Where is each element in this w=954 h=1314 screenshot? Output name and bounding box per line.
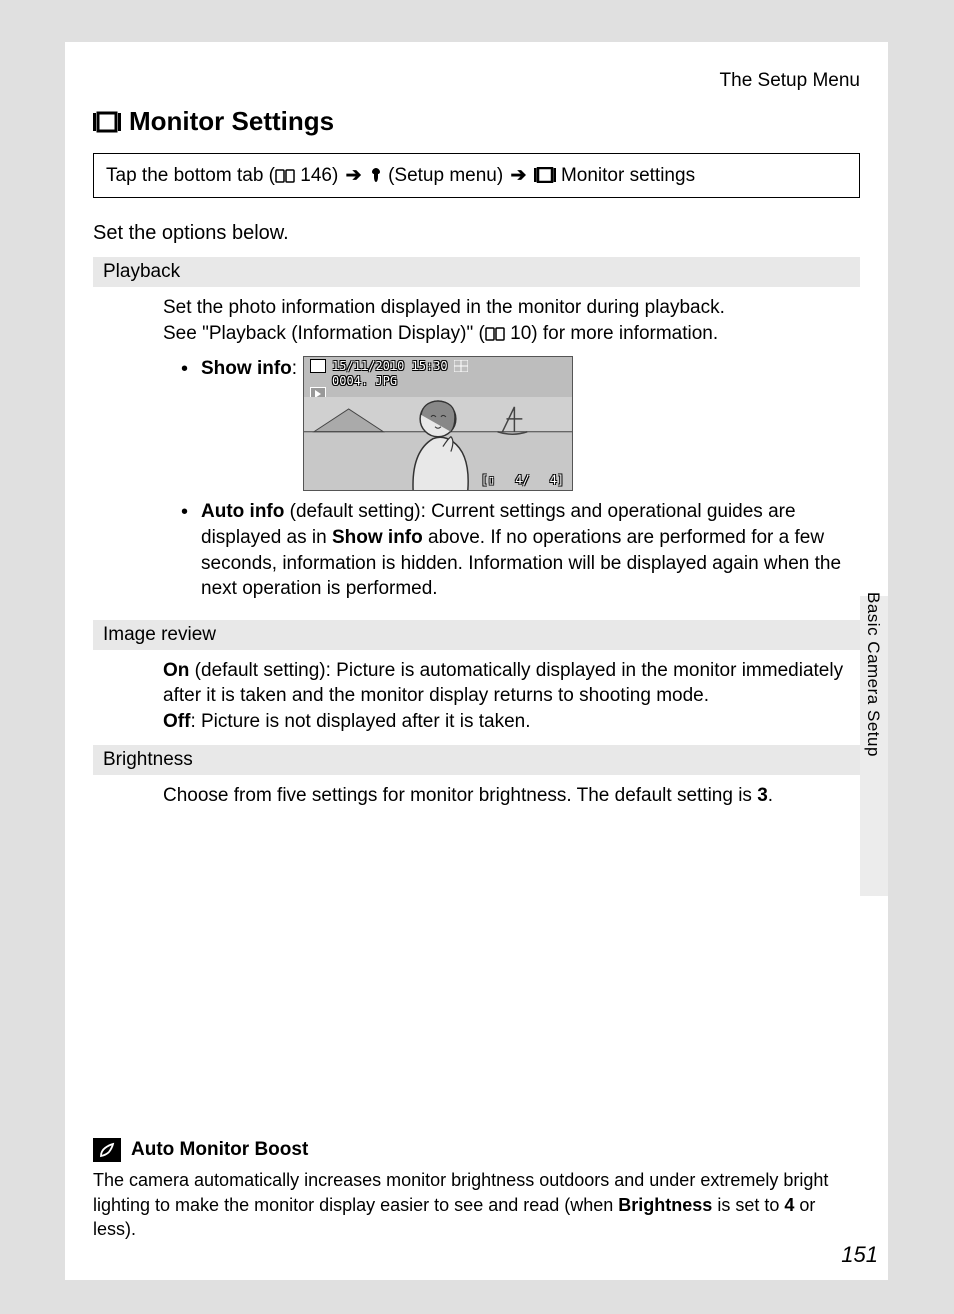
breadcrumb-seg1: ) — [332, 165, 344, 186]
breadcrumb-monitor: Monitor settings — [556, 165, 695, 186]
book-icon — [485, 327, 505, 341]
battery-icon: [▯ — [481, 472, 495, 488]
show-info-label: Show info — [201, 358, 292, 379]
note-title-row: Auto Monitor Boost — [93, 1138, 860, 1162]
arrow-icon: ➔ — [510, 165, 526, 186]
bullet-show-info: Show info: 15/11/2010 15:30 0004. JPG ★ — [181, 356, 860, 491]
off-label: Off — [163, 711, 190, 732]
breadcrumb-prefix: Tap the bottom tab ( — [106, 165, 275, 186]
monitor-icon — [93, 111, 121, 133]
preview-filename: 0004. JPG — [332, 373, 397, 389]
header-chapter: The Setup Menu — [93, 70, 860, 92]
preview-bottom-row: [▯ 4/ 4] — [481, 472, 564, 488]
pencil-icon — [93, 1138, 121, 1162]
monitor-icon — [534, 167, 556, 183]
preview-counter1: 4/ — [515, 472, 529, 488]
on-label: On — [163, 660, 189, 681]
side-label: Basic Camera Setup — [863, 592, 883, 757]
auto-info-label: Auto info — [201, 501, 284, 522]
section-header-brightness: Brightness — [93, 745, 860, 775]
section-header-playback: Playback — [93, 257, 860, 287]
arrow-icon: ➔ — [346, 165, 362, 186]
page-content: The Setup Menu Monitor Settings Tap the … — [65, 42, 888, 1280]
breadcrumb: Tap the bottom tab ( 146) ➔ (Setup menu)… — [93, 153, 860, 198]
section-header-image-review: Image review — [93, 620, 860, 650]
breadcrumb-pageref: 146 — [300, 165, 332, 186]
bullet-auto-info: Auto info (default setting): Current set… — [181, 499, 860, 602]
preview-top-row: 15/11/2010 15:30 — [310, 359, 468, 373]
playback-preview: 15/11/2010 15:30 0004. JPG ★ — [303, 356, 573, 491]
page-title: Monitor Settings — [93, 106, 860, 137]
section-body-playback: Set the photo information displayed in t… — [93, 287, 860, 620]
section-body-image-review: On (default setting): Picture is automat… — [93, 650, 860, 745]
preview-counter2: 4] — [550, 472, 564, 488]
title-text: Monitor Settings — [129, 106, 334, 137]
book-icon — [275, 169, 295, 183]
playback-bullets: Show info: 15/11/2010 15:30 0004. JPG ★ — [181, 356, 860, 602]
page-number: 151 — [841, 1242, 878, 1268]
intro-text: Set the options below. — [93, 222, 860, 245]
preview-datetime: 15/11/2010 15:30 — [332, 359, 448, 373]
camera-icon — [310, 359, 326, 373]
quality-icon — [454, 360, 468, 372]
playback-line1: Set the photo information displayed in t… — [163, 295, 860, 321]
note-box: Auto Monitor Boost The camera automatica… — [93, 1138, 860, 1241]
note-title: Auto Monitor Boost — [131, 1139, 308, 1161]
brightness-default: 3 — [757, 785, 768, 806]
playback-line2: See "Playback (Information Display)" ( 1… — [163, 321, 860, 347]
note-body: The camera automatically increases monit… — [93, 1168, 860, 1241]
section-body-brightness: Choose from five settings for monitor br… — [93, 775, 860, 819]
wrench-icon — [369, 167, 383, 183]
breadcrumb-setup: (Setup menu) — [383, 165, 509, 186]
